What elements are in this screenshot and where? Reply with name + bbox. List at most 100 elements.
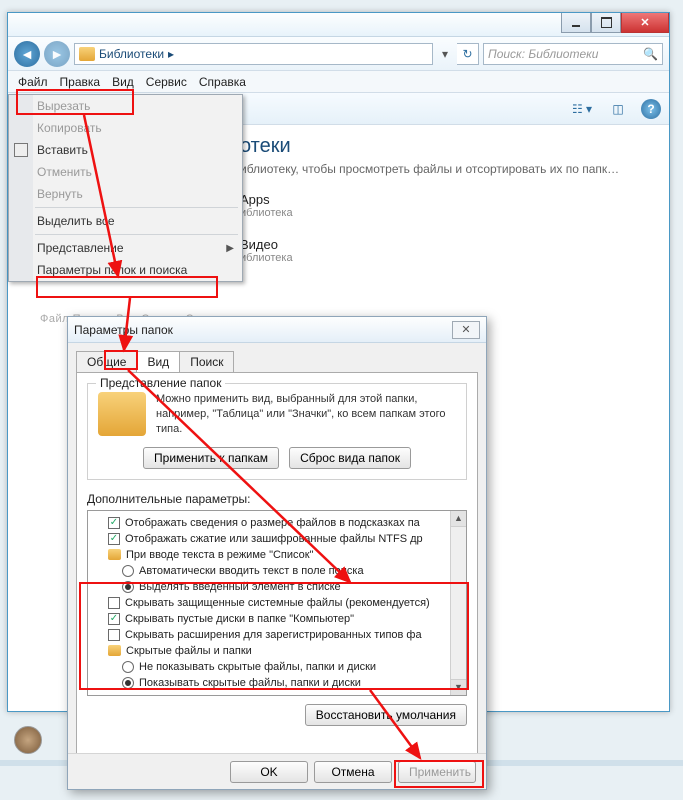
dialog-close-button[interactable]: ✕ xyxy=(452,321,480,339)
menu-tools[interactable]: Сервис xyxy=(146,75,187,89)
lib-name: Apps xyxy=(240,192,293,207)
checkbox[interactable] xyxy=(108,629,120,641)
radio[interactable] xyxy=(122,677,134,689)
checkbox[interactable] xyxy=(108,597,120,609)
window-controls xyxy=(561,13,669,33)
minimize-button[interactable] xyxy=(561,13,591,33)
folder-icon xyxy=(108,645,121,656)
tab-view[interactable]: Вид xyxy=(136,351,180,372)
user-avatar[interactable] xyxy=(14,726,42,754)
advanced-list[interactable]: Отображать сведения о размере файлов в п… xyxy=(88,511,466,695)
mi-select-all[interactable]: Выделить все xyxy=(9,210,242,232)
folder-preview-icon xyxy=(98,392,146,436)
address-dropdown[interactable]: ▾ xyxy=(437,47,453,61)
reset-folders-button[interactable]: Сброс вида папок xyxy=(289,447,411,469)
radio[interactable] xyxy=(122,581,134,593)
adv-item[interactable]: Отображать сведения о размере файлов в п… xyxy=(94,515,448,531)
cancel-button[interactable]: Отмена xyxy=(314,761,392,783)
preview-pane-button[interactable]: ◫ xyxy=(605,99,631,119)
adv-item-label: Скрытые файлы и папки xyxy=(126,643,252,659)
menu-file[interactable]: Файл xyxy=(18,75,48,89)
refresh-button[interactable]: ↻ xyxy=(457,43,479,65)
titlebar xyxy=(8,13,669,37)
checkbox[interactable] xyxy=(108,613,120,625)
restore-defaults-button[interactable]: Восстановить умолчания xyxy=(305,704,467,726)
adv-item-label: Выделять введенный элемент в списке xyxy=(139,579,341,595)
adv-item-label: Показывать скрытые файлы, папки и диски xyxy=(139,675,361,691)
scrollbar[interactable]: ▲ ▼ xyxy=(450,511,466,695)
radio[interactable] xyxy=(122,661,134,673)
mi-redo[interactable]: Вернуть xyxy=(9,183,242,205)
search-placeholder: Поиск: Библиотеки xyxy=(488,47,598,61)
lib-type: иблиотека xyxy=(240,207,293,219)
adv-item[interactable]: Автоматически вводить текст в поле поиск… xyxy=(94,563,448,579)
forward-button[interactable]: ► xyxy=(44,41,70,67)
tab-panel-view: Представление папок Можно применить вид,… xyxy=(76,372,478,754)
folder-icon xyxy=(79,47,95,61)
scroll-up-icon[interactable]: ▲ xyxy=(451,511,466,527)
back-button[interactable]: ◄ xyxy=(14,41,40,67)
adv-item-label: При вводе текста в режиме "Список" xyxy=(126,547,313,563)
tab-search[interactable]: Поиск xyxy=(179,351,234,372)
adv-item[interactable]: Показывать скрытые файлы, папки и диски xyxy=(94,675,448,691)
menu-view[interactable]: Вид xyxy=(112,75,134,89)
adv-item-label: Отображать сжатие или зашифрованные файл… xyxy=(125,531,423,547)
advanced-label: Дополнительные параметры: xyxy=(87,492,467,506)
adv-item[interactable]: При вводе текста в режиме "Список" xyxy=(94,547,448,563)
adv-item[interactable]: Скрывать пустые диски в папке "Компьютер… xyxy=(94,611,448,627)
dialog-buttons: OK Отмена Применить xyxy=(68,753,486,789)
adv-item[interactable]: Скрывать расширения для зарегистрированн… xyxy=(94,627,448,643)
search-icon: 🔍 xyxy=(643,47,658,61)
lib-name: Видео xyxy=(240,237,293,252)
adv-item[interactable]: Не показывать скрытые файлы, папки и дис… xyxy=(94,659,448,675)
adv-item[interactable]: Скрытые файлы и папки xyxy=(94,643,448,659)
apply-to-folders-button[interactable]: Применить к папкам xyxy=(143,447,279,469)
dialog-titlebar: Параметры папок ✕ xyxy=(68,317,486,343)
mi-cut[interactable]: Вырезать xyxy=(9,95,242,117)
ok-button[interactable]: OK xyxy=(230,761,308,783)
advanced-settings-box: Отображать сведения о размере файлов в п… xyxy=(87,510,467,696)
mi-undo[interactable]: Отменить xyxy=(9,161,242,183)
crumb-libraries[interactable]: Библиотеки xyxy=(99,47,164,61)
nav-bar: ◄ ► Библиотеки ▸ ▾ ↻ Поиск: Библиотеки 🔍 xyxy=(8,37,669,71)
adv-item-label: Не показывать скрытые файлы, папки и дис… xyxy=(139,659,376,675)
mi-paste[interactable]: Вставить xyxy=(9,139,242,161)
help-button[interactable]: ? xyxy=(641,99,661,119)
dialog-title: Параметры папок xyxy=(74,323,173,337)
adv-item[interactable]: Скрывать защищенные системные файлы (рек… xyxy=(94,595,448,611)
tab-general[interactable]: Общие xyxy=(76,351,137,372)
search-input[interactable]: Поиск: Библиотеки 🔍 xyxy=(483,43,663,65)
adv-item[interactable]: Отображать сжатие или зашифрованные файл… xyxy=(94,531,448,547)
checkbox[interactable] xyxy=(108,517,120,529)
menu-help[interactable]: Справка xyxy=(199,75,246,89)
close-button[interactable] xyxy=(621,13,669,33)
menu-edit[interactable]: Правка xyxy=(60,75,101,89)
folder-options-dialog: Параметры папок ✕ Общие Вид Поиск Предст… xyxy=(67,316,487,790)
mi-layout[interactable]: Представление▶ xyxy=(9,237,242,259)
paste-icon xyxy=(14,143,28,157)
adv-item-label: Отображать сведения о размере файлов в п… xyxy=(125,515,420,531)
apply-button[interactable]: Применить xyxy=(398,761,476,783)
adv-item-label: Автоматически вводить текст в поле поиск… xyxy=(139,563,364,579)
crumb-sep[interactable]: ▸ xyxy=(168,47,174,61)
group-legend: Представление папок xyxy=(96,376,225,390)
adv-item-label: Скрывать расширения для зарегистрированн… xyxy=(125,627,422,643)
adv-item-label: Скрывать защищенные системные файлы (рек… xyxy=(125,595,430,611)
menubar: Файл Правка Вид Сервис Справка xyxy=(8,71,669,93)
folder-view-group: Представление папок Можно применить вид,… xyxy=(87,383,467,480)
adv-item-label: Скрывать пустые диски в папке "Компьютер… xyxy=(125,611,354,627)
mi-copy[interactable]: Копировать xyxy=(9,117,242,139)
adv-item[interactable]: Выделять введенный элемент в списке xyxy=(94,579,448,595)
dialog-tabs: Общие Вид Поиск xyxy=(68,343,486,372)
radio[interactable] xyxy=(122,565,134,577)
checkbox[interactable] xyxy=(108,533,120,545)
view-mode-button[interactable]: ☷ ▾ xyxy=(569,99,595,119)
lib-type: иблиотека xyxy=(240,252,293,264)
mi-folder-options[interactable]: Параметры папок и поиска xyxy=(9,259,242,281)
organize-dropdown: Вырезать Копировать Вставить Отменить Ве… xyxy=(8,94,243,282)
chevron-right-icon: ▶ xyxy=(226,243,234,254)
maximize-button[interactable] xyxy=(591,13,621,33)
folder-icon xyxy=(108,549,121,560)
scroll-down-icon[interactable]: ▼ xyxy=(451,679,466,695)
address-bar[interactable]: Библиотеки ▸ xyxy=(74,43,433,65)
